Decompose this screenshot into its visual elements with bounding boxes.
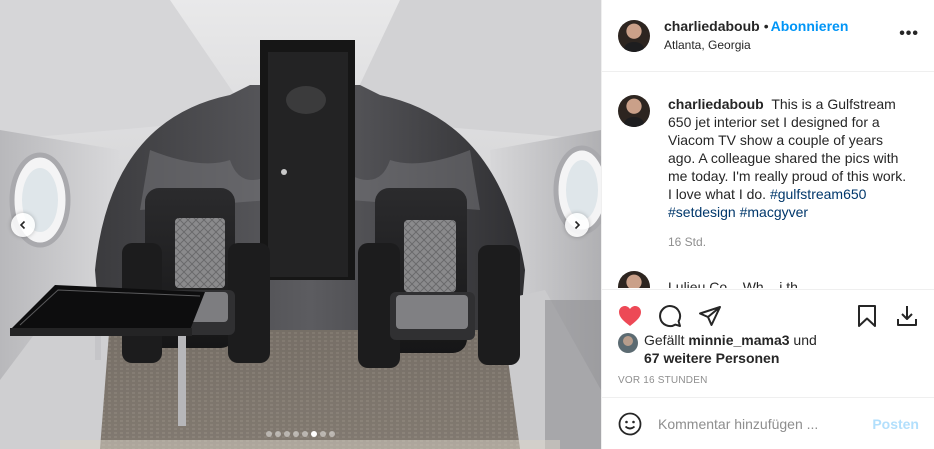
post-location[interactable]: Atlanta, Georgia: [664, 36, 848, 54]
save-button[interactable]: [847, 296, 887, 336]
likes-others-link[interactable]: 67 weitere Personen: [644, 350, 779, 366]
emoji-icon[interactable]: [618, 412, 642, 436]
heart-icon: [619, 306, 641, 326]
post-timestamp[interactable]: VOR 16 STUNDEN: [618, 375, 708, 386]
carousel-dot: [320, 431, 326, 437]
comment-item: Lulieu Co... Wh... i th...: [618, 271, 919, 288]
carousel-dot: [275, 431, 281, 437]
post-caption: charliedaboub This is a Gulfstream 650 j…: [618, 95, 919, 221]
comments-section: charliedaboub This is a Gulfstream 650 j…: [602, 73, 934, 288]
liker-avatar[interactable]: [618, 333, 638, 353]
likes-summary: Gefällt minnie_mama3 und 67 weitere Pers…: [618, 331, 817, 367]
download-icon: [897, 306, 917, 326]
comment-text: Lulieu Co... Wh... i th...: [668, 279, 810, 288]
hashtag-link[interactable]: #gulfstream650: [770, 186, 867, 202]
follow-separator: •: [763, 18, 769, 34]
post-sidebar: charliedaboub • Abonnieren Atlanta, Georgi…: [601, 0, 934, 449]
author-avatar[interactable]: [618, 19, 650, 52]
post-header: charliedaboub • Abonnieren Atlanta, Georgi…: [602, 0, 934, 72]
carousel-dot: [302, 431, 308, 437]
liker-username[interactable]: minnie_mama3: [688, 332, 789, 348]
share-icon: [699, 306, 721, 326]
comment-icon: [659, 305, 682, 328]
post-actions: Gefällt minnie_mama3 und 67 weitere Pers…: [602, 289, 934, 449]
author-meta: charliedaboub • Abonnieren Atlanta, Georgi…: [664, 17, 848, 54]
comment-button[interactable]: [650, 296, 690, 336]
carousel-dot: [284, 431, 290, 437]
carousel-dot: [293, 431, 299, 437]
instagram-post: charliedaboub • Abonnieren Atlanta, Georgi…: [0, 0, 934, 449]
chevron-right-icon: [574, 220, 581, 230]
jet-interior-photo: [0, 0, 601, 449]
hashtag-link[interactable]: #setdesign: [668, 204, 736, 220]
hashtag-link[interactable]: #macgyver: [740, 204, 808, 220]
carousel-indicator: [0, 431, 601, 437]
carousel-dot: [311, 431, 317, 437]
carousel-next-button[interactable]: [565, 213, 589, 237]
caption-avatar[interactable]: [618, 95, 650, 127]
likes-text: Gefällt minnie_mama3 und 67 weitere Pers…: [644, 331, 817, 367]
caption-text: charliedaboub This is a Gulfstream 650 j…: [668, 95, 908, 221]
author-username[interactable]: charliedaboub: [664, 18, 760, 34]
carousel-prev-button[interactable]: [11, 213, 35, 237]
chevron-left-icon: [19, 220, 26, 230]
follow-button[interactable]: Abonnieren: [771, 18, 849, 34]
bookmark-icon: [858, 305, 876, 327]
carousel-dot: [266, 431, 272, 437]
comment-input[interactable]: [658, 416, 858, 432]
share-button[interactable]: [690, 296, 730, 336]
like-button[interactable]: [610, 296, 650, 336]
download-button[interactable]: [887, 296, 927, 336]
carousel-dot: [329, 431, 335, 437]
more-options-icon[interactable]: •••: [899, 26, 919, 42]
caption-timestamp[interactable]: 16 Std.: [668, 235, 919, 249]
likes-joiner: und: [793, 332, 817, 348]
post-image[interactable]: [0, 0, 601, 449]
add-comment-form: Posten: [602, 397, 934, 449]
likes-prefix: Gefällt: [644, 332, 685, 348]
caption-username[interactable]: charliedaboub: [668, 96, 764, 112]
commenter-avatar[interactable]: [618, 271, 650, 288]
action-icons: [610, 296, 927, 336]
post-comment-button[interactable]: Posten: [872, 416, 919, 432]
